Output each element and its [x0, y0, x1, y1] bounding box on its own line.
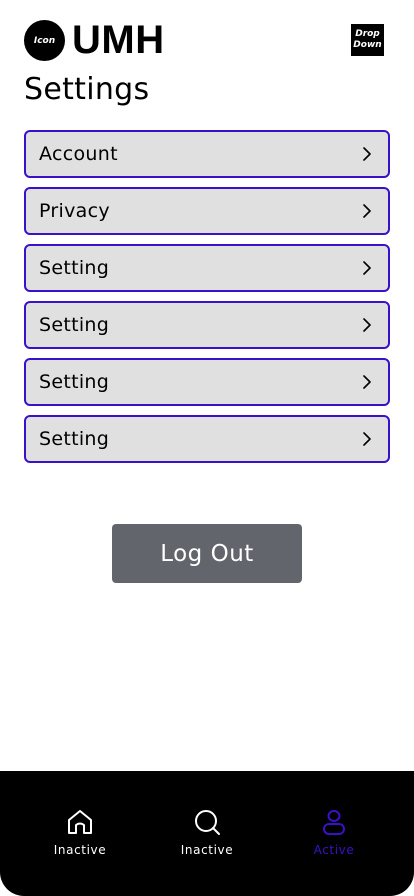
settings-item-setting[interactable]: Setting	[24, 244, 390, 292]
settings-item-label: Privacy	[39, 200, 110, 222]
settings-item-setting[interactable]: Setting	[24, 301, 390, 349]
settings-item-setting[interactable]: Setting	[24, 415, 390, 463]
dropdown-button[interactable]: Drop Down	[351, 24, 384, 56]
settings-item-setting[interactable]: Setting	[24, 358, 390, 406]
settings-item-label: Setting	[39, 371, 110, 393]
nav-item-home[interactable]: Inactive	[30, 807, 130, 867]
chevron-right-icon	[363, 204, 371, 218]
nav-label: Inactive	[180, 843, 234, 857]
home-icon	[68, 810, 92, 834]
logout-button[interactable]: Log Out	[112, 524, 302, 583]
settings-list: Account Privacy Setting Setting Setting …	[24, 130, 390, 472]
settings-item-label: Account	[39, 143, 118, 165]
logo-icon: Icon	[24, 20, 65, 61]
settings-item-privacy[interactable]: Privacy	[24, 187, 390, 235]
chevron-right-icon	[363, 432, 371, 446]
chevron-right-icon	[363, 261, 371, 275]
user-icon	[323, 810, 345, 835]
settings-item-label: Setting	[39, 314, 110, 336]
nav-label: Active	[313, 843, 355, 857]
search-icon	[195, 810, 220, 835]
dropdown-label: Drop Down	[353, 29, 382, 50]
brand-name: UMH	[72, 18, 165, 62]
nav-label: Inactive	[53, 843, 107, 857]
nav-item-profile[interactable]: Active	[284, 807, 384, 867]
settings-item-label: Setting	[39, 257, 110, 279]
chevron-right-icon	[363, 147, 371, 161]
page-title: Settings	[24, 72, 150, 107]
chevron-right-icon	[363, 318, 371, 332]
app-header: Icon UMH Drop Down	[24, 18, 390, 62]
settings-item-account[interactable]: Account	[24, 130, 390, 178]
bottom-nav: Inactive Inactive Active	[0, 771, 414, 896]
settings-item-label: Setting	[39, 428, 110, 450]
nav-item-search[interactable]: Inactive	[157, 807, 257, 867]
chevron-right-icon	[363, 375, 371, 389]
